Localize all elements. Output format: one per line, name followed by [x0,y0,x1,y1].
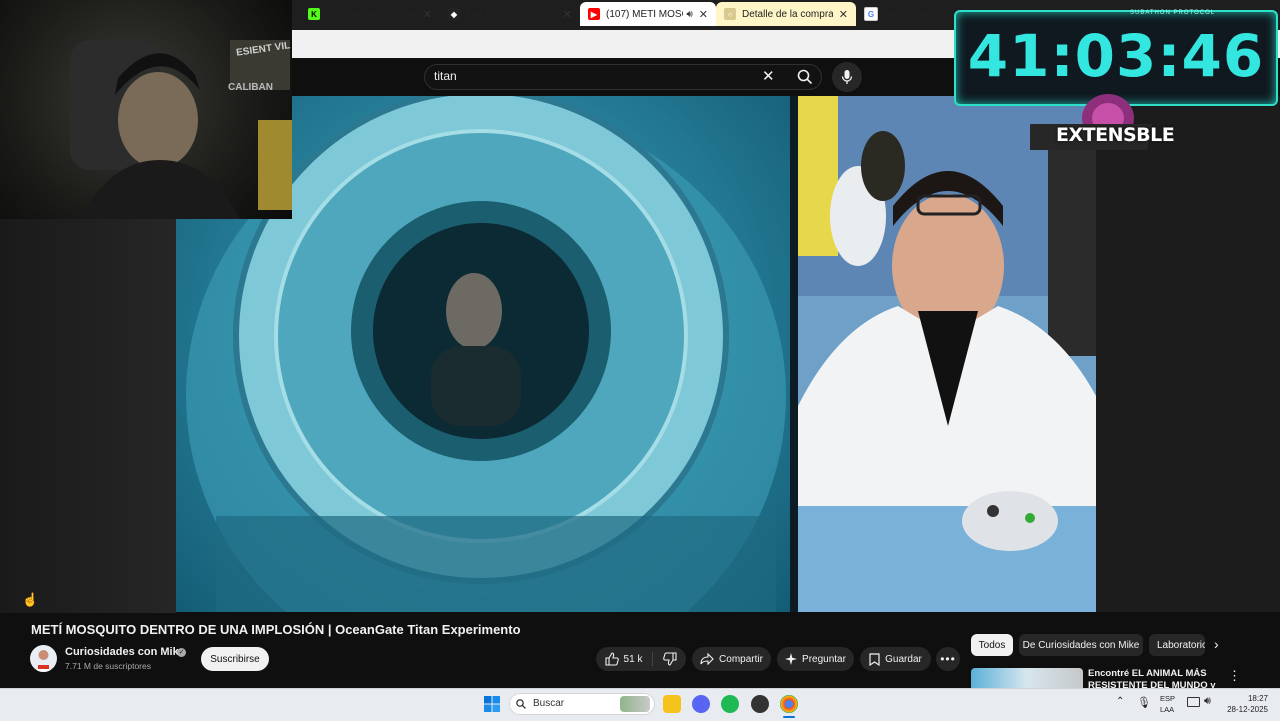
search-icon [516,699,526,709]
dislike-button[interactable] [653,652,678,666]
close-icon[interactable]: ✕ [839,8,848,21]
like-dislike-group: 51 k [596,647,686,671]
tab-title: diferencia entre implos [884,8,948,20]
tab-title: Patitooctmmm Stream - V [326,8,417,20]
player-right-margin [1096,96,1280,612]
close-icon[interactable]: ✕ [423,8,432,21]
like-count: 51 k [623,653,643,665]
spotify-icon[interactable] [721,695,739,713]
network-icon[interactable] [1187,697,1200,707]
subscribe-button[interactable]: Suscribirse [201,647,269,671]
youtube-favicon-icon: ▶ [588,8,600,20]
chrome-icon[interactable] [780,695,798,713]
close-icon[interactable]: ✕ [563,8,572,21]
extensible-mascot-icon [1030,94,1153,150]
taskbar-search-placeholder: Buscar [533,698,565,709]
chevron-up-icon[interactable]: ⌃ [1116,696,1124,707]
channel-avatar[interactable] [30,645,57,672]
thumbs-down-icon [663,652,678,666]
recommended-title[interactable]: Encontré EL ANIMAL MÁS RESISTENTE DEL MU… [1088,668,1220,690]
like-button[interactable]: 51 k [604,652,654,666]
avatar-image [33,650,54,672]
language-indicator[interactable]: ESP [1160,694,1175,703]
speaker-icon[interactable]: 🔊︎ [686,9,692,20]
tab-kick-stream[interactable]: K Patitooctmmm Stream - V ✕ [300,2,440,26]
hand-cursor-icon: ☝ [22,592,39,607]
subathon-timer: 41:03:46 [967,22,1265,90]
thumbs-up-icon [604,652,619,666]
video-title: METÍ MOSQUITO DENTRO DE UNA IMPLOSIÓN | … [31,622,521,637]
subscriber-count: 7.71 M de suscriptores [65,661,151,671]
discord-icon[interactable] [692,695,710,713]
timer-caption: SUBATHON PROTOCOL [1130,10,1216,16]
share-icon [700,653,714,665]
voice-search-button[interactable] [832,62,862,92]
close-icon[interactable]: ✕ [699,8,708,21]
search-highlight-image [620,696,650,712]
search-icon [797,69,813,85]
webcam-image [70,40,292,219]
more-horizontal-icon: ••• [940,652,956,666]
tab-title: Detalle de la compra [742,8,833,20]
chevron-right-icon[interactable]: › [1214,636,1219,652]
tab-chatbot[interactable]: ◆ The best ChatBot and Wi ✕ [440,2,580,26]
google-favicon-icon: G [864,7,878,21]
search-button[interactable] [788,64,822,90]
windows-start-icon[interactable] [484,696,500,712]
poster-text: CALIBAN [228,82,273,93]
kebab-menu-icon[interactable]: ⋮ [1228,668,1241,684]
share-label: Compartir [719,653,763,665]
microphone-icon [841,70,853,84]
tab-youtube-active[interactable]: ▶ (107) METÍ MOSQUITO 🔊︎ ✕ [580,2,716,26]
kick-favicon-icon: K [308,8,320,20]
player-left-margin [0,219,176,613]
tab-purchase-detail[interactable]: ○ Detalle de la compra ✕ [716,2,856,26]
more-actions-button[interactable]: ••• [936,647,960,671]
sparkle-icon [785,653,798,665]
video-frame-presenter[interactable] [798,96,1096,612]
obs-icon[interactable] [751,695,769,713]
save-label: Guardar [885,653,922,665]
chip-laboratory[interactable]: Laboratorio [1149,634,1205,656]
keyboard-layout-indicator[interactable]: LAA [1160,705,1174,714]
ask-label: Preguntar [802,653,846,665]
ask-button[interactable]: Preguntar [777,647,854,671]
bookmark-icon [869,652,880,666]
chatbot-favicon-icon: ◆ [448,8,460,20]
channel-name[interactable]: Curiosidades con Mike [65,646,185,658]
system-date[interactable]: 28-12-2025 [1226,705,1268,714]
search-query-text[interactable]: titan [434,69,457,83]
file-explorer-icon[interactable] [663,695,681,713]
chip-all[interactable]: Todos [971,634,1013,656]
tab-google-search[interactable]: G diferencia entre implos [856,2,956,26]
chip-from-channel[interactable]: De Curiosidades con Mike [1019,634,1143,656]
clear-search-icon[interactable]: ✕ [762,67,775,85]
share-button[interactable]: Compartir [692,647,771,671]
extensible-badge-text: EXTENSBLE [1056,124,1175,146]
system-clock[interactable]: 18:27 [1226,694,1268,703]
verified-check-icon: ✓ [177,648,186,657]
microphone-icon[interactable]: 🎙︎ [1137,696,1151,709]
shop-favicon-icon: ○ [724,8,736,20]
recommended-thumbnail[interactable] [971,668,1083,688]
split-screen-divider [790,96,798,612]
tab-title: The best ChatBot and Wi [466,8,557,20]
save-button[interactable]: Guardar [860,647,931,671]
tab-title: (107) METÍ MOSQUITO [606,8,683,20]
presenter-image [798,96,1096,612]
volume-icon[interactable]: 🔊︎ [1204,695,1211,708]
active-app-indicator [783,716,795,718]
streamer-webcam: ESIENT VIL CALIBAN [0,0,292,219]
